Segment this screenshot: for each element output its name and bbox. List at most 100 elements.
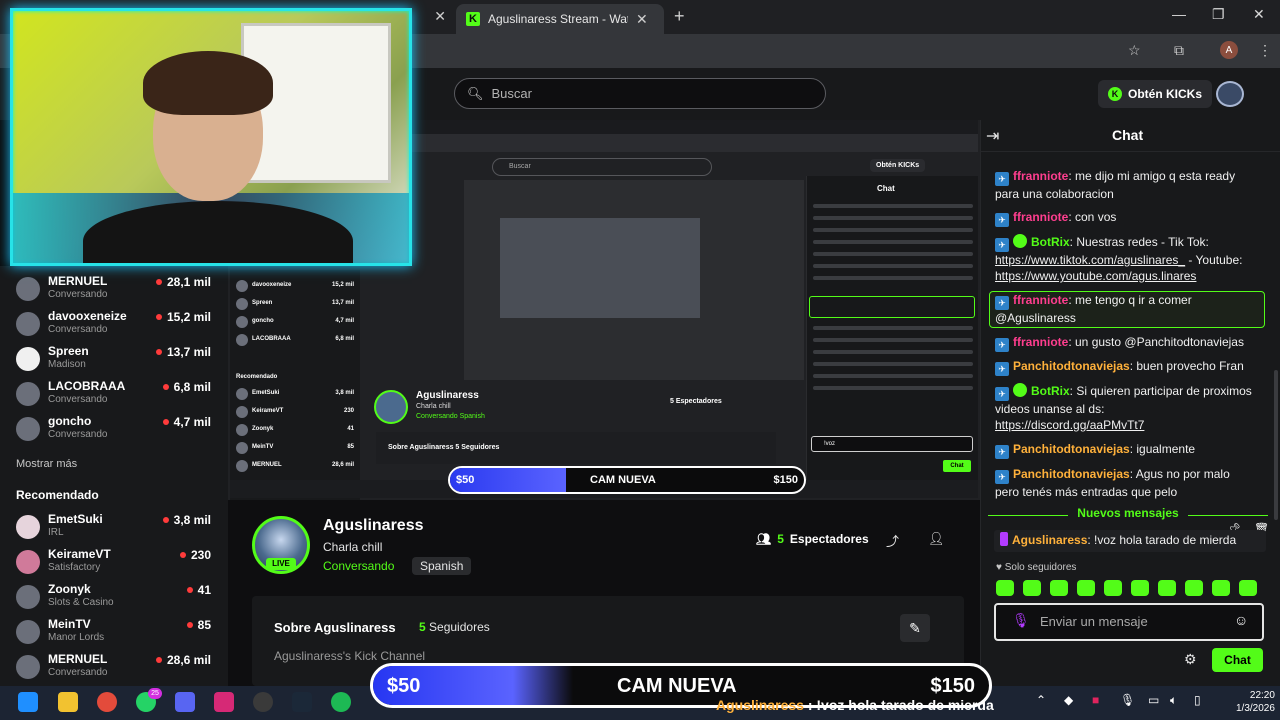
menu-dots-icon[interactable]: ⋮ — [1258, 42, 1272, 59]
search-input[interactable]: 🔍︎ Buscar — [454, 78, 826, 109]
emote-icon[interactable] — [1023, 580, 1041, 596]
sidebar-channel[interactable]: KeirameVT Satisfactory 230 — [16, 547, 214, 581]
spectators-icon: 👥︎ — [756, 532, 772, 546]
avatar — [16, 277, 40, 301]
live-dot-icon — [179, 552, 186, 558]
extensions-icon[interactable]: ⧉ — [1174, 42, 1184, 59]
instagram-icon[interactable] — [214, 692, 234, 712]
emoji-icon[interactable]: ☺ — [1234, 612, 1248, 628]
sidebar-channel[interactable]: MERNUEL Conversando 28,6 mil — [16, 652, 214, 686]
browser-tab-active[interactable]: K Aguslinaress Stream - Watch Li ✕ — [456, 4, 664, 34]
show-more-link[interactable]: Mostrar más — [16, 458, 77, 470]
steam-icon[interactable] — [292, 692, 312, 712]
browser-tab-previous[interactable]: ✕ — [414, 6, 454, 28]
live-dot-icon — [155, 349, 162, 355]
sidebar-channel[interactable]: goncho Conversando 4,7 mil — [16, 414, 214, 448]
chat-message: ✈ ffranniote: con vos — [995, 209, 1255, 227]
bookmark-star-icon[interactable]: ☆ — [1128, 42, 1141, 59]
chat-link[interactable]: https://www.youtube.com/agus.linares — [995, 269, 1196, 283]
chat-username[interactable]: ffranniote — [1013, 210, 1068, 224]
live-dot-icon — [162, 517, 169, 523]
chat-ticker-overlay: Aguslinaress : !voz hola tarado de mierd… — [716, 697, 994, 713]
chat-username[interactable]: ffranniote — [1013, 169, 1068, 183]
discord-icon[interactable] — [175, 692, 195, 712]
spotify-icon[interactable] — [331, 692, 351, 712]
network-icon[interactable]: ▭ — [1148, 693, 1159, 707]
new-tab-button[interactable]: + — [674, 6, 685, 27]
chat-link[interactable]: https://discord.gg/aaPMvTt7 — [995, 418, 1144, 432]
sidebar-channel[interactable]: EmetSuki IRL 3,8 mil — [16, 512, 214, 546]
emote-icon[interactable] — [996, 580, 1014, 596]
chat-username[interactable]: Panchitodtonaviejas — [1013, 467, 1130, 481]
inner-channel-name: Zoonyk — [252, 426, 274, 432]
chat-username[interactable]: BotRix — [1031, 384, 1070, 398]
sidebar-channel[interactable]: MeinTV Manor Lords 85 — [16, 617, 214, 651]
gear-icon[interactable]: ⚙ — [1184, 651, 1197, 668]
emote-icon[interactable] — [1131, 580, 1149, 596]
emote-icon[interactable] — [1050, 580, 1068, 596]
goal-target-amount: $150 — [930, 675, 976, 697]
minimize-button[interactable]: — — [1172, 6, 1186, 22]
inner-overlay-goal: $150 — [773, 474, 798, 486]
avatar — [236, 280, 248, 292]
collapse-chat-icon[interactable]: ⇥ — [986, 126, 999, 146]
obs-icon[interactable] — [253, 692, 273, 712]
streamer-name[interactable]: Aguslinaress — [323, 517, 423, 535]
user-avatar[interactable] — [1216, 81, 1244, 107]
profile-avatar[interactable]: A — [1220, 41, 1238, 59]
battery-icon[interactable]: ▯ — [1194, 693, 1201, 707]
sidebar-channel[interactable]: Spreen Madison 13,7 mil — [16, 344, 214, 378]
tray-app-icon[interactable]: ◆ — [1064, 693, 1073, 707]
avatar — [16, 417, 40, 441]
share-icon[interactable]: ⤴ — [886, 531, 899, 550]
emote-icon[interactable] — [1212, 580, 1230, 596]
send-chat-button[interactable]: Chat — [1212, 648, 1263, 672]
chat-text: : buen provecho Fran — [1129, 359, 1244, 373]
inner-channel-name: LACOBRAAA — [252, 336, 291, 342]
emote-icon[interactable] — [1185, 580, 1203, 596]
close-icon[interactable]: ✕ — [434, 8, 446, 25]
inner-viewer-count: 4,7 mil — [335, 318, 354, 324]
tray-app-icon[interactable]: ■ — [1092, 693, 1099, 707]
inner-chat-highlight — [809, 296, 975, 318]
chat-scrollbar[interactable] — [1274, 370, 1278, 520]
chat-username[interactable]: Panchitodtonaviejas — [1013, 359, 1130, 373]
close-icon[interactable]: ✕ — [636, 11, 648, 28]
emote-icon[interactable] — [1239, 580, 1257, 596]
chat-message: ✈ ffranniote: un gusto @Panchitodtonaviej… — [995, 334, 1255, 352]
follow-icon[interactable]: 👤︎ — [928, 531, 945, 547]
close-window-button[interactable]: ✕ — [1253, 6, 1265, 23]
chrome-icon[interactable] — [97, 692, 117, 712]
inner-viewer-count: 6,8 mil — [335, 336, 354, 342]
sidebar-channel[interactable]: Zoonyk Slots & Casino 41 — [16, 582, 214, 616]
channel-category: Conversando — [48, 394, 108, 405]
emote-icon[interactable] — [1158, 580, 1176, 596]
chat-username[interactable]: ffranniote — [1013, 335, 1068, 349]
sidebar-channel[interactable]: LACOBRAAA Conversando 6,8 mil — [16, 379, 214, 413]
sidebar-channel[interactable]: davooxeneize Conversando 15,2 mil — [16, 309, 214, 343]
windows-start-icon[interactable] — [18, 692, 38, 712]
channel-name: MERNUEL — [48, 274, 108, 288]
stream-language-tag[interactable]: Spanish — [412, 557, 472, 575]
microphone-icon[interactable]: 🎙︎ — [1012, 612, 1030, 629]
chat-username[interactable]: ffranniote — [1013, 293, 1068, 307]
chat-username[interactable]: Aguslinaress — [1012, 533, 1087, 547]
chat-link[interactable]: https://www.tiktok.com/aguslinares_ — [995, 253, 1185, 267]
emote-icon[interactable] — [1077, 580, 1095, 596]
chevron-up-icon[interactable]: ⌃ — [1036, 693, 1046, 707]
volume-icon[interactable]: 🔈︎ — [1170, 693, 1177, 708]
microphone-tray-icon[interactable]: 🎙︎ — [1120, 693, 1135, 707]
chat-username[interactable]: BotRix — [1031, 235, 1070, 249]
edit-button[interactable]: ✎ — [900, 614, 930, 642]
viewer-count: 4,7 mil — [162, 415, 211, 429]
sidebar-channel[interactable]: MERNUEL Conversando 28,1 mil — [16, 274, 214, 308]
get-kicks-button[interactable]: K Obtén KICKs — [1098, 80, 1213, 108]
chat-badge-icon: ✈ — [995, 296, 1009, 310]
maximize-button[interactable]: ❐ — [1212, 6, 1225, 23]
live-dot-icon — [155, 657, 162, 663]
emote-icon[interactable] — [1104, 580, 1122, 596]
chat-username[interactable]: Panchitodtonaviejas — [1013, 442, 1130, 456]
stream-category[interactable]: Conversando — [323, 559, 394, 573]
file-explorer-icon[interactable] — [58, 692, 78, 712]
taskbar-clock[interactable]: 22:20 1/3/2026 — [1236, 689, 1275, 715]
